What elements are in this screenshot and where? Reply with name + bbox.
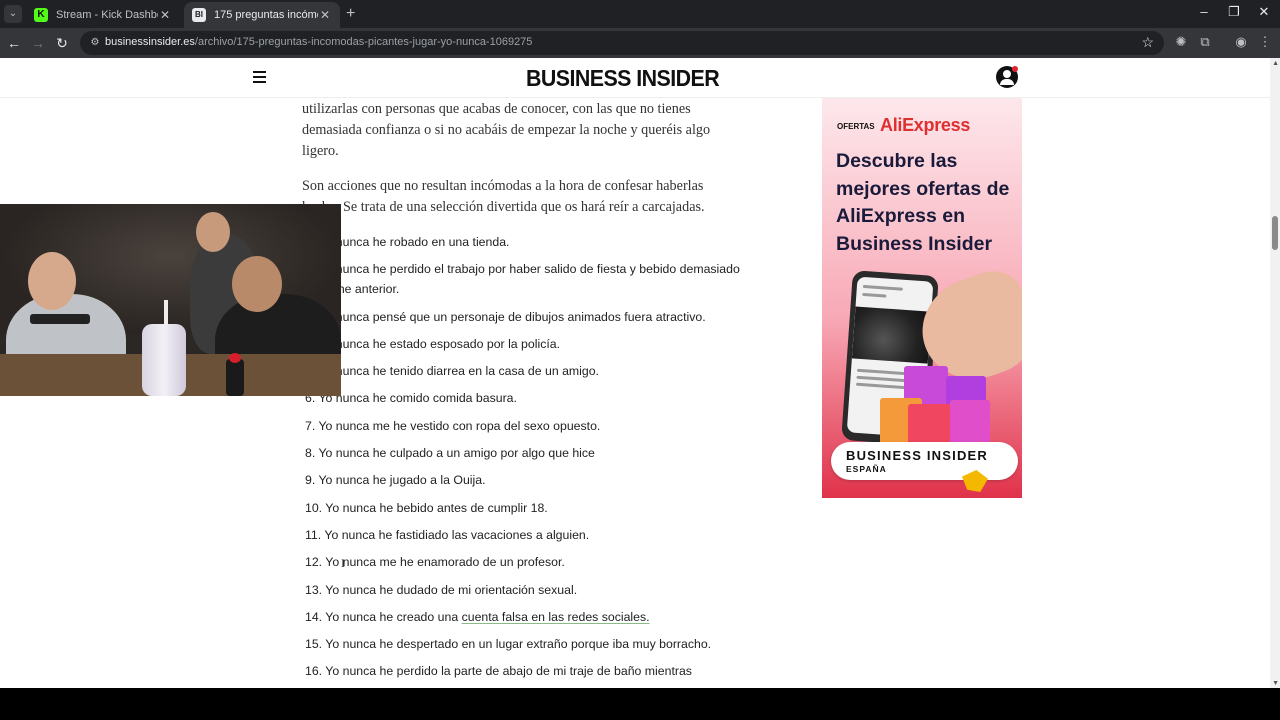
tab-title: 175 preguntas incómodas y pic (214, 9, 318, 21)
site-info-icon[interactable]: ⚙ (88, 36, 102, 50)
list-item: 13. Yo nunca he dudado de mi orientación… (305, 582, 578, 597)
person-head (28, 252, 76, 310)
tab-search-icon[interactable]: ⌄ (4, 5, 22, 23)
scroll-up-icon[interactable]: ▲ (1272, 60, 1279, 67)
article-paragraph: Son acciones que no resultan incómodas a… (302, 178, 705, 215)
page-scrollbar[interactable]: ▲ ▼ (1270, 58, 1280, 688)
fake-account-link[interactable]: cuenta falsa en las redes sociales. (462, 610, 650, 624)
url-text[interactable]: businessinsider.es/archivo/175-preguntas… (105, 36, 532, 48)
forward-icon[interactable]: → (29, 34, 47, 52)
tab-title: Stream - Kick Dashboard (56, 9, 158, 21)
extension-icon[interactable]: ✺ (1172, 34, 1190, 50)
list-item: 5. Yo nunca he tenido diarrea en la casa… (305, 364, 599, 379)
person-head (196, 212, 230, 252)
microphone-icon (30, 314, 90, 324)
browser-toolbar: ← → ↻ ⚙ businessinsider.es/archivo/175-p… (0, 28, 1280, 58)
list-item-text: 14. Yo nunca he creado una (305, 609, 462, 624)
article-paragraph: utilizarlas con personas que acabas de c… (302, 101, 711, 159)
minimize-icon[interactable]: – (1189, 4, 1219, 19)
aliexpress-ad[interactable]: OFERTAS AliExpress Descubre las mejores … (822, 98, 1022, 498)
list-item: 3. Yo nunca pensé que un personaje de di… (305, 309, 706, 324)
notification-dot (1012, 66, 1018, 72)
close-window-icon[interactable]: ✕ (1249, 4, 1279, 20)
list-item: 2. Yo nunca he perdido el trabajo por ha… (305, 262, 740, 297)
back-icon[interactable]: ← (5, 34, 23, 52)
cup-image (142, 324, 186, 396)
hamburger-menu-icon[interactable] (253, 71, 266, 83)
list-item: 7. Yo nunca me he vestido con ropa del s… (305, 418, 601, 433)
site-header: BUSINESS INSIDER (0, 58, 1270, 98)
business-insider-badge: BUSINESS INSIDER ESPAÑA (831, 442, 1018, 480)
tab-kick-dashboard[interactable]: K Stream - Kick Dashboard ✕ (26, 2, 180, 28)
bottle-image (226, 359, 244, 396)
ad-headline: Descubre las mejores ofertas de AliExpre… (836, 150, 1010, 255)
reload-icon[interactable]: ↻ (53, 34, 71, 52)
list-item: 6. Yo nunca he comido comida basura. (305, 391, 517, 406)
kick-icon: K (34, 8, 48, 22)
new-tab-icon[interactable]: + (346, 5, 355, 23)
bookmark-star-icon[interactable]: ☆ (1141, 34, 1154, 51)
menu-dots-icon[interactable]: ⋮ (1256, 34, 1274, 50)
text-cursor-icon: I (341, 556, 345, 570)
tab-close-icon[interactable]: ✕ (158, 8, 172, 22)
list-item: 1. Yo nunca he robado en una tienda. (305, 235, 510, 249)
site-logo[interactable]: BUSINESS INSIDER (526, 65, 720, 92)
profile-icon[interactable]: ◉ (1232, 34, 1250, 50)
person-head (232, 256, 282, 312)
list-item: 16. Yo nunca he perdido la parte de abaj… (305, 664, 692, 679)
list-item: 12. Yo nunca me he enamorado de un profe… (305, 555, 565, 570)
list-item: 4. Yo nunca he estado esposado por la po… (305, 336, 561, 351)
scroll-thumb[interactable] (1272, 216, 1278, 250)
list-item: 8. Yo nunca he culpado a un amigo por al… (305, 446, 595, 461)
webcam-overlay (0, 204, 341, 396)
tab-close-icon[interactable]: ✕ (318, 8, 332, 22)
list-item: 11. Yo nunca he fastidiado las vacacione… (305, 527, 590, 542)
address-bar[interactable]: ⚙ businessinsider.es/archivo/175-pregunt… (80, 31, 1164, 55)
scroll-down-icon[interactable]: ▼ (1272, 680, 1279, 687)
shopping-bag-icon (950, 400, 990, 446)
tab-business-insider[interactable]: BI 175 preguntas incómodas y pic ✕ (184, 2, 340, 28)
badge-title: BUSINESS INSIDER (846, 448, 989, 463)
ad-tag: OFERTAS (837, 122, 875, 131)
list-item: 14. Yo nunca he creado una cuenta falsa … (305, 607, 745, 627)
badge-subtitle: ESPAÑA (846, 464, 887, 474)
list-item: 15. Yo nunca he despertado en un lugar e… (305, 637, 712, 652)
restore-icon[interactable]: ❐ (1219, 4, 1249, 20)
taskbar-area (0, 688, 1280, 720)
list-item: 9. Yo nunca he jugado a la Ouija. (305, 473, 486, 488)
business-insider-icon: BI (192, 8, 206, 22)
list-item: 10. Yo nunca he bebido antes de cumplir … (305, 500, 548, 515)
extensions-puzzle-icon[interactable]: ⧉ (1196, 34, 1214, 50)
question-list: 1. Yo nunca he robado en una tienda. 2. … (305, 232, 745, 688)
browser-tab-bar: ⌄ K Stream - Kick Dashboard ✕ BI 175 pre… (0, 0, 1280, 28)
aliexpress-logo: AliExpress (880, 115, 971, 135)
